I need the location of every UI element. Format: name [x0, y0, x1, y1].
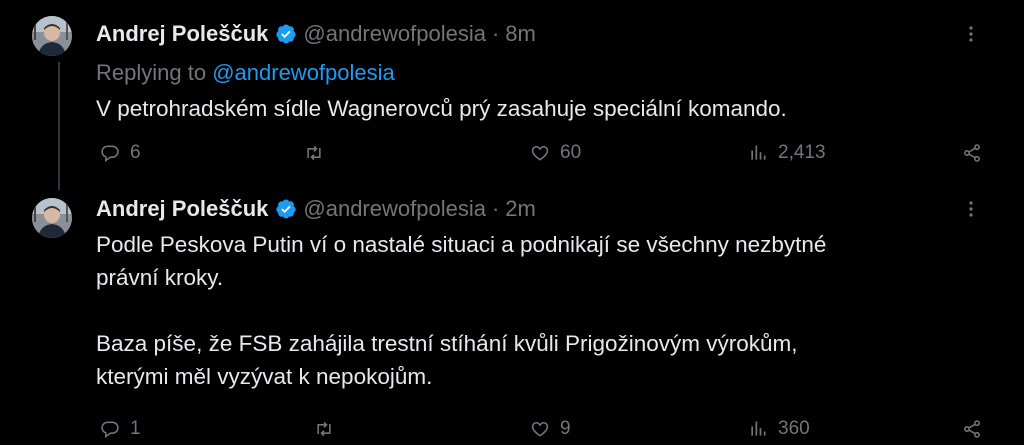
like-icon [531, 421, 549, 437]
tweet[interactable]: Andrej Poleščuk @andrewofpolesia · 2m Po… [0, 190, 1024, 445]
text-line: Podle Peskova Putin ví o nastalé situaci… [96, 232, 827, 257]
author-handle[interactable]: @andrewofpolesia [303, 196, 486, 222]
retweet-icon [317, 421, 331, 437]
views-icon [751, 145, 766, 160]
views-count: 2,413 [778, 142, 826, 163]
verified-badge-icon [276, 24, 297, 44]
separator: · [491, 21, 500, 46]
author-handle[interactable]: @andrewofpolesia [303, 21, 486, 47]
more-icon[interactable] [962, 194, 980, 224]
replying-handle-link[interactable]: @andrewofpolesia [212, 60, 395, 85]
action-bar: 6 60 2,413 [96, 138, 996, 168]
share-icon [964, 420, 980, 438]
tweet-header: Andrej Poleščuk @andrewofpolesia · 8m [96, 19, 536, 49]
timestamp[interactable]: 2m [505, 196, 536, 222]
views-icon [751, 421, 766, 436]
views-button[interactable]: 2,413 [748, 138, 826, 168]
like-button[interactable]: 60 [530, 138, 581, 168]
reply-count: 6 [130, 142, 141, 163]
text-line: Baza píše, že FSB zahájila trestní stíhá… [96, 331, 798, 356]
verified-badge-icon [276, 199, 297, 219]
reply-count: 1 [130, 418, 141, 439]
more-icon[interactable] [962, 19, 980, 49]
like-count: 9 [560, 418, 571, 439]
tweet-header: Andrej Poleščuk @andrewofpolesia · 2m [96, 194, 536, 224]
text-line: právní kroky. [96, 265, 224, 290]
retweet-button[interactable] [304, 138, 334, 168]
views-button[interactable]: 360 [748, 414, 810, 444]
like-icon [531, 145, 549, 161]
reply-icon [101, 421, 119, 439]
tweet[interactable]: Andrej Poleščuk @andrewofpolesia · 8m Re… [0, 0, 1024, 190]
reply-button[interactable]: 6 [100, 138, 141, 168]
timestamp[interactable]: 8m [505, 21, 536, 47]
action-bar: 1 9 360 [96, 414, 996, 444]
like-button[interactable]: 9 [530, 414, 571, 444]
like-count: 60 [560, 142, 582, 163]
share-button[interactable] [962, 414, 992, 444]
author-name[interactable]: Andrej Poleščuk [96, 196, 268, 222]
reply-button[interactable]: 1 [100, 414, 141, 444]
retweet-button[interactable] [314, 414, 344, 444]
views-count: 360 [778, 418, 810, 439]
reply-icon [101, 145, 119, 163]
separator: · [491, 196, 500, 221]
text-line: kterými měl vyzývat k nepokojům. [96, 364, 433, 389]
author-name[interactable]: Andrej Poleščuk [96, 21, 268, 47]
avatar[interactable] [32, 16, 72, 56]
replying-to: Replying to @andrewofpolesia [96, 60, 395, 86]
avatar[interactable] [32, 198, 72, 238]
share-icon [964, 144, 980, 162]
tweet-text: V petrohradském sídle Wagnerovců prý zas… [96, 96, 787, 121]
share-button[interactable] [962, 138, 992, 168]
replying-prefix: Replying to [96, 60, 207, 85]
tweet-text: Podle Peskova Putin ví o nastalé situaci… [96, 228, 996, 393]
retweet-icon [307, 145, 321, 161]
thread-line [58, 62, 60, 190]
